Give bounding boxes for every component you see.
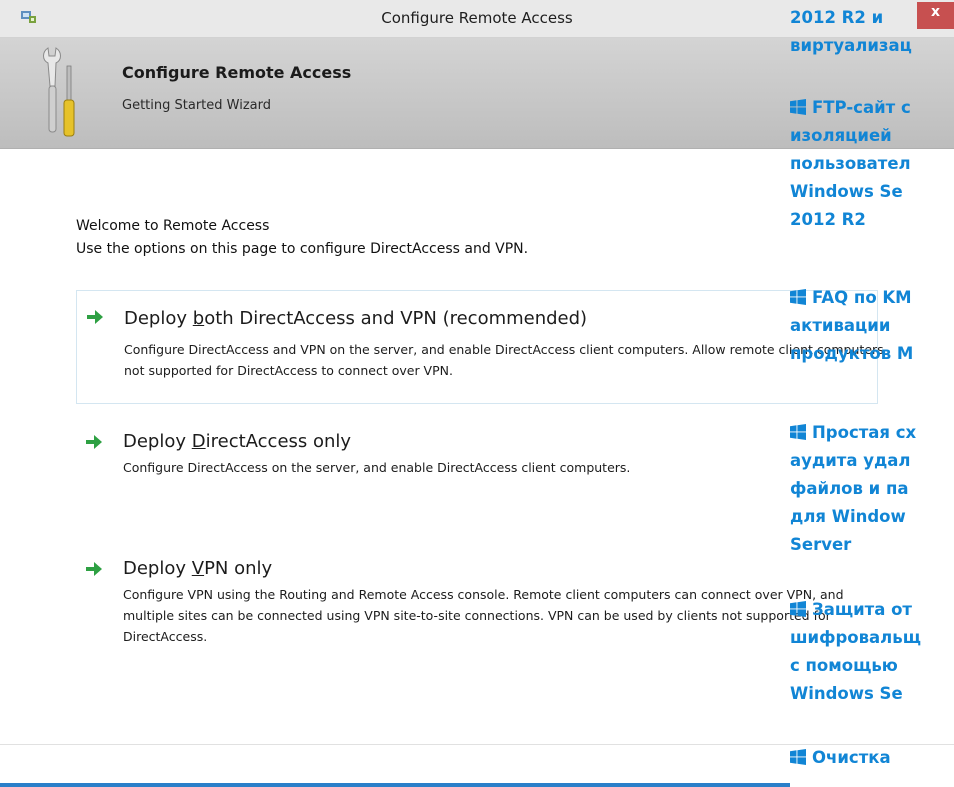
sidebar-link-audit[interactable]: Простая сх аудита удал файлов и па для W… (790, 419, 954, 559)
deploy-both-description: Configure DirectAccess and VPN on the se… (124, 342, 884, 378)
close-button[interactable]: x (917, 2, 954, 29)
tools-icon (43, 47, 75, 137)
deploy-vpn-description: Configure VPN using the Routing and Remo… (123, 587, 844, 644)
deploy-directaccess-description: Configure DirectAccess on the server, an… (123, 460, 631, 475)
welcome-text: Use the options on this page to configur… (76, 241, 529, 257)
sidebar-link-ftp[interactable]: FTP-сайт с изоляцией пользовател Windows… (790, 94, 954, 234)
windows-logo-icon (790, 424, 806, 440)
windows-logo-icon (790, 289, 806, 305)
windows-logo-icon (790, 601, 806, 617)
deploy-directaccess-option[interactable]: Deploy DirectAccess only Configure Direc… (76, 428, 876, 488)
welcome-heading: Welcome to Remote Access (76, 218, 270, 234)
deploy-vpn-title: Deploy VPN only (123, 558, 273, 579)
deploy-both-option[interactable]: Deploy both DirectAccess and VPN (recomm… (76, 290, 884, 404)
deploy-vpn-option[interactable]: Deploy VPN only Configure VPN using the … (76, 555, 876, 655)
wizard-title: Configure Remote Access (122, 63, 352, 82)
window-bottom-border (0, 783, 790, 787)
deploy-both-title: Deploy both DirectAccess and VPN (recomm… (124, 308, 588, 329)
windows-logo-icon (790, 749, 806, 765)
arrow-right-icon (86, 562, 102, 576)
deploy-directaccess-title: Deploy DirectAccess only (123, 431, 352, 452)
sidebar-link-ransomware[interactable]: Защита от шифровальщ с помощью Windows S… (790, 596, 954, 708)
sidebar-link-kms[interactable]: FAQ по KM активации продуктов M (790, 284, 954, 368)
blog-sidebar-overlay: 2012 R2 и виртуализац FTP-сайт с изоляци… (790, 0, 954, 787)
windows-logo-icon (790, 99, 806, 115)
arrow-right-icon (86, 435, 102, 449)
arrow-right-icon (87, 310, 103, 324)
welcome-section: Welcome to Remote Access Use the options… (76, 215, 528, 261)
wizard-subtitle: Getting Started Wizard (122, 98, 271, 113)
sidebar-link-cleanup[interactable]: Очистка (790, 744, 954, 772)
